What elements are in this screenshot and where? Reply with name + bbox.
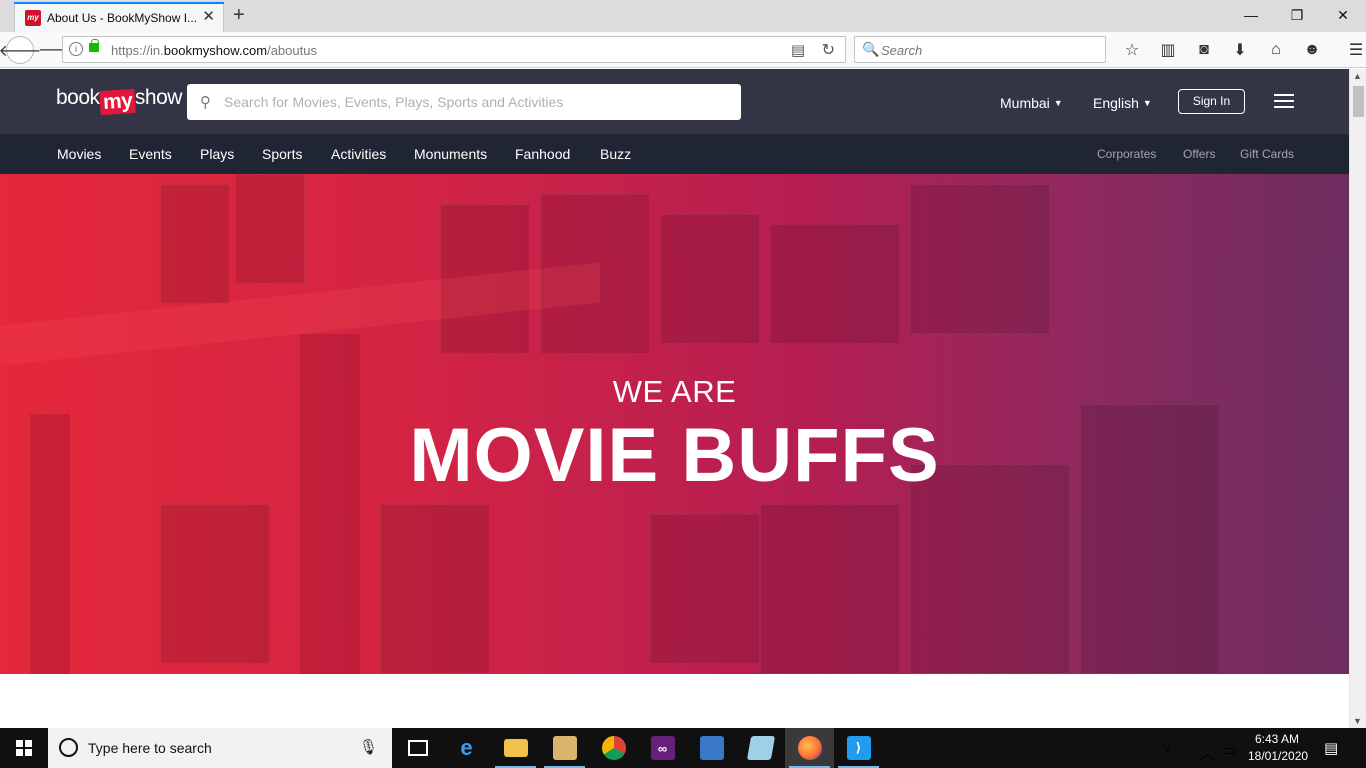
site-search-placeholder: Search for Movies, Events, Plays, Sports… <box>224 94 564 110</box>
window-controls: — ❐ ✕ <box>1228 0 1366 30</box>
nav-sports[interactable]: Sports <box>262 146 302 162</box>
poster-decoration <box>160 504 270 664</box>
browser-tab-active[interactable]: my About Us - BookMyShow I... ✕ <box>14 2 224 32</box>
site-search-input[interactable]: ⚲ Search for Movies, Events, Plays, Spor… <box>187 84 741 120</box>
people-icon[interactable]: ᛟ <box>1162 740 1172 758</box>
taskbar-search-placeholder: Type here to search <box>88 740 212 756</box>
language-selector[interactable]: English ▼ <box>1093 95 1152 111</box>
hero-subtitle: WE ARE <box>612 374 737 409</box>
firefox-icon[interactable] <box>785 728 834 768</box>
menu-icon[interactable]: ☰ <box>1338 38 1366 62</box>
chevron-down-icon: ▼ <box>1053 98 1063 108</box>
vscode-icon[interactable]: ⟩ <box>834 728 883 768</box>
url-text[interactable]: https://in.bookmyshow.com/aboutus <box>111 43 317 58</box>
home-icon[interactable]: ⌂ <box>1258 38 1294 62</box>
hero-banner: WE ARE MOVIE BUFFS <box>0 174 1349 674</box>
nav-plays[interactable]: Plays <box>200 146 234 162</box>
nav-monuments[interactable]: Monuments <box>414 146 487 162</box>
poster-decoration <box>660 214 760 344</box>
poster-decoration <box>235 174 305 284</box>
chrome-icon[interactable] <box>589 728 638 768</box>
tab-title: About Us - BookMyShow I... <box>47 11 197 25</box>
windows-taskbar: Type here to search 🎙 e ∞ ⟩ ᛟ ︿ ▭ 6:43 A… <box>0 728 1366 768</box>
poster-decoration <box>760 504 900 674</box>
clock-time: 6:43 AM <box>1254 732 1300 746</box>
city-selector[interactable]: Mumbai ▼ <box>1000 95 1063 111</box>
nav-activities[interactable]: Activities <box>331 146 386 162</box>
notifications-icon[interactable]: ▤ <box>1324 739 1338 757</box>
chevron-down-icon: ▼ <box>1142 98 1152 108</box>
close-window-button[interactable]: ✕ <box>1320 0 1366 30</box>
browser-tab-bar: my About Us - BookMyShow I... ✕ + — ❐ ✕ <box>0 0 1366 32</box>
minimize-button[interactable]: — <box>1228 0 1274 30</box>
poster-decoration <box>910 184 1050 334</box>
bookmyshow-logo[interactable]: book my show <box>56 86 182 116</box>
nav-offers[interactable]: Offers <box>1183 147 1215 161</box>
search-icon: ⚲ <box>200 94 211 111</box>
poster-decoration <box>160 184 230 304</box>
task-view-icon[interactable] <box>393 728 442 768</box>
microphone-icon[interactable]: 🎙 <box>359 738 378 756</box>
chevron-up-icon[interactable]: ︿ <box>1199 740 1215 764</box>
bookmark-star-icon[interactable]: ☆ <box>1114 38 1150 62</box>
search-placeholder: Search <box>881 43 923 58</box>
pinned-apps: e ∞ ⟩ <box>393 728 883 768</box>
url-bar[interactable]: i https://in.bookmyshow.com/aboutus ▤ ↻ <box>62 36 846 63</box>
browser-nav-bar: 🡐 🡒 i https://in.bookmyshow.com/aboutus … <box>0 32 1366 68</box>
nav-buzz[interactable]: Buzz <box>600 146 631 162</box>
windows-logo-icon <box>16 740 32 756</box>
sign-in-button[interactable]: Sign In <box>1178 89 1245 114</box>
file-explorer-icon[interactable] <box>491 728 540 768</box>
taskbar-search-input[interactable]: Type here to search 🎙 <box>48 728 392 768</box>
edge-icon[interactable]: e <box>442 728 491 768</box>
poster-decoration <box>380 504 490 674</box>
category-nav: Movies Events Plays Sports Activities Mo… <box>0 134 1349 174</box>
battery-icon[interactable]: ▭ <box>1222 740 1237 760</box>
new-tab-button[interactable]: + <box>233 4 245 27</box>
site-header: book my show ⚲ Search for Movies, Events, … <box>0 69 1349 134</box>
notepad-icon[interactable] <box>736 728 785 768</box>
sync-icon[interactable]: ☻ <box>1294 38 1330 62</box>
nav-movies[interactable]: Movies <box>57 146 101 162</box>
scroll-down-icon[interactable]: ▼ <box>1353 716 1362 726</box>
hamburger-menu-icon[interactable] <box>1274 94 1294 108</box>
hero-title: MOVIE BUFFS <box>409 413 940 498</box>
pocket-icon[interactable]: ◙ <box>1186 38 1222 62</box>
visual-studio-icon[interactable]: ∞ <box>638 728 687 768</box>
remote-desktop-icon[interactable] <box>687 728 736 768</box>
system-clock[interactable]: 6:43 AM 18/01/2020 <box>1248 731 1309 765</box>
search-icon: 🔍 <box>862 41 880 57</box>
poster-decoration <box>770 224 900 344</box>
browser-search-input[interactable]: 🔍 Search <box>854 36 1106 63</box>
cortana-icon <box>59 738 78 757</box>
nav-events[interactable]: Events <box>129 146 172 162</box>
start-button[interactable] <box>0 728 48 768</box>
page-scrollbar[interactable]: ▲ ▼ <box>1349 69 1366 728</box>
downloads-icon[interactable]: ⬇ <box>1222 38 1258 62</box>
browser-toolbar: ☆ ▥ ◙ ⬇ ⌂ ☻ ☰ <box>1114 38 1366 62</box>
poster-decoration <box>650 514 760 664</box>
info-icon[interactable]: i <box>69 42 83 56</box>
library-icon[interactable]: ▥ <box>1150 38 1186 62</box>
arrow-left-icon: 🡐 <box>0 42 42 60</box>
nav-gift-cards[interactable]: Gift Cards <box>1240 147 1294 161</box>
scroll-thumb[interactable] <box>1353 86 1364 117</box>
app-icon[interactable] <box>540 728 589 768</box>
tab-close-icon[interactable]: ✕ <box>202 9 215 25</box>
scroll-up-icon[interactable]: ▲ <box>1353 71 1362 81</box>
bookmyshow-favicon-icon: my <box>25 10 41 26</box>
web-page: book my show ⚲ Search for Movies, Events, … <box>0 69 1349 728</box>
clock-date: 18/01/2020 <box>1248 749 1309 763</box>
tab-accent <box>14 2 224 4</box>
reload-icon[interactable]: ↻ <box>822 40 835 60</box>
back-button[interactable]: 🡐 <box>0 36 41 64</box>
nav-corporates[interactable]: Corporates <box>1097 147 1156 161</box>
restore-button[interactable]: ❐ <box>1274 0 1320 30</box>
lock-icon[interactable] <box>89 39 99 52</box>
nav-fanhood[interactable]: Fanhood <box>515 146 570 162</box>
reader-view-icon[interactable]: ▤ <box>791 41 805 59</box>
